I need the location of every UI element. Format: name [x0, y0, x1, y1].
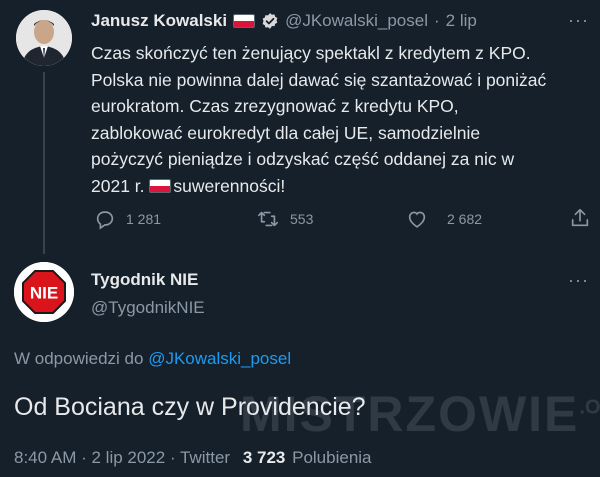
reply-tweet-text: Od Bociana czy w Providencie?: [14, 393, 366, 421]
author-name[interactable]: Janusz Kowalski: [91, 11, 227, 31]
watermark-suffix: .ORG: [579, 396, 600, 419]
thread-line: [43, 72, 45, 254]
author-handle[interactable]: @TygodnikNIE: [91, 298, 205, 318]
avatar-tygodnik-nie[interactable]: NIE: [14, 262, 74, 322]
tweet-text-line: Czas skończyć ten żenujący spektakl z kr…: [91, 43, 531, 63]
tweet-text-line-part: 2021 r.: [91, 175, 150, 196]
reply-button[interactable]: 1 281: [94, 208, 161, 230]
like-button[interactable]: 2 682: [405, 208, 482, 230]
likes-label[interactable]: Polubienia: [292, 448, 371, 467]
reply-count: 1 281: [126, 211, 162, 227]
tweet-text-line: Polska nie powinna dalej dawać się szant…: [91, 69, 547, 90]
tweet1-header: Janusz Kowalski @JKowalski_posel · 2 lip: [91, 11, 477, 31]
retweet-button[interactable]: 553: [256, 208, 313, 230]
more-options-icon[interactable]: ···: [568, 270, 589, 291]
tweet-text-line: eurokratom. Czas zrezygnować z kredytu K…: [91, 96, 459, 116]
replying-to-handle-link[interactable]: @JKowalski_posel: [148, 349, 291, 368]
tweet-text-line: 2021 r. suwerenności!: [91, 173, 581, 200]
verified-badge-icon: [262, 13, 278, 29]
reply-icon: [96, 211, 114, 230]
avatar-logo-text: NIE: [30, 284, 58, 303]
poland-flag-icon: [233, 14, 256, 28]
share-icon: [571, 208, 589, 227]
tweet-source[interactable]: Twitter: [180, 448, 230, 467]
tweet-text-line: zablokować eurokredyt dla całej UE, samo…: [91, 122, 481, 143]
retweet-icon: [258, 211, 278, 227]
tweet-text-line-part: suwerenności!: [173, 175, 286, 196]
replying-to-prefix: W odpowiedzi do: [14, 349, 149, 368]
tweet-date[interactable]: 2 lip: [446, 11, 477, 31]
share-button[interactable]: [569, 207, 591, 229]
replying-to: W odpowiedzi do @JKowalski_posel: [14, 349, 291, 369]
stop-sign-logo-icon: NIE: [14, 262, 74, 322]
person-portrait-icon: [16, 10, 72, 66]
like-count: 2 682: [447, 211, 483, 227]
tweet-date[interactable]: 2 lip 2022: [91, 448, 165, 467]
more-options-icon[interactable]: ···: [568, 10, 589, 31]
avatar-janusz-kowalski[interactable]: [16, 10, 72, 66]
author-handle[interactable]: @JKowalski_posel: [285, 11, 428, 31]
likes-count[interactable]: 3 723: [243, 448, 286, 467]
tweet-meta: 8:40 AM · 2 lip 2022 · Twitter 3 723 Pol…: [14, 448, 372, 468]
retweet-count: 553: [290, 211, 314, 227]
heart-icon: [408, 211, 426, 228]
poland-flag-icon: [149, 178, 172, 193]
tweet-time[interactable]: 8:40 AM: [14, 448, 76, 467]
author-name[interactable]: Tygodnik NIE: [91, 270, 198, 290]
meta-separator: ·: [76, 448, 92, 467]
header-separator: ·: [434, 11, 440, 30]
meta-separator: ·: [165, 448, 181, 467]
tweet-text: Czas skończyć ten żenujący spektakl z kr…: [91, 40, 581, 199]
tweet-text-line: pożyczyć pieniądze i odzyskać część odda…: [91, 149, 515, 169]
